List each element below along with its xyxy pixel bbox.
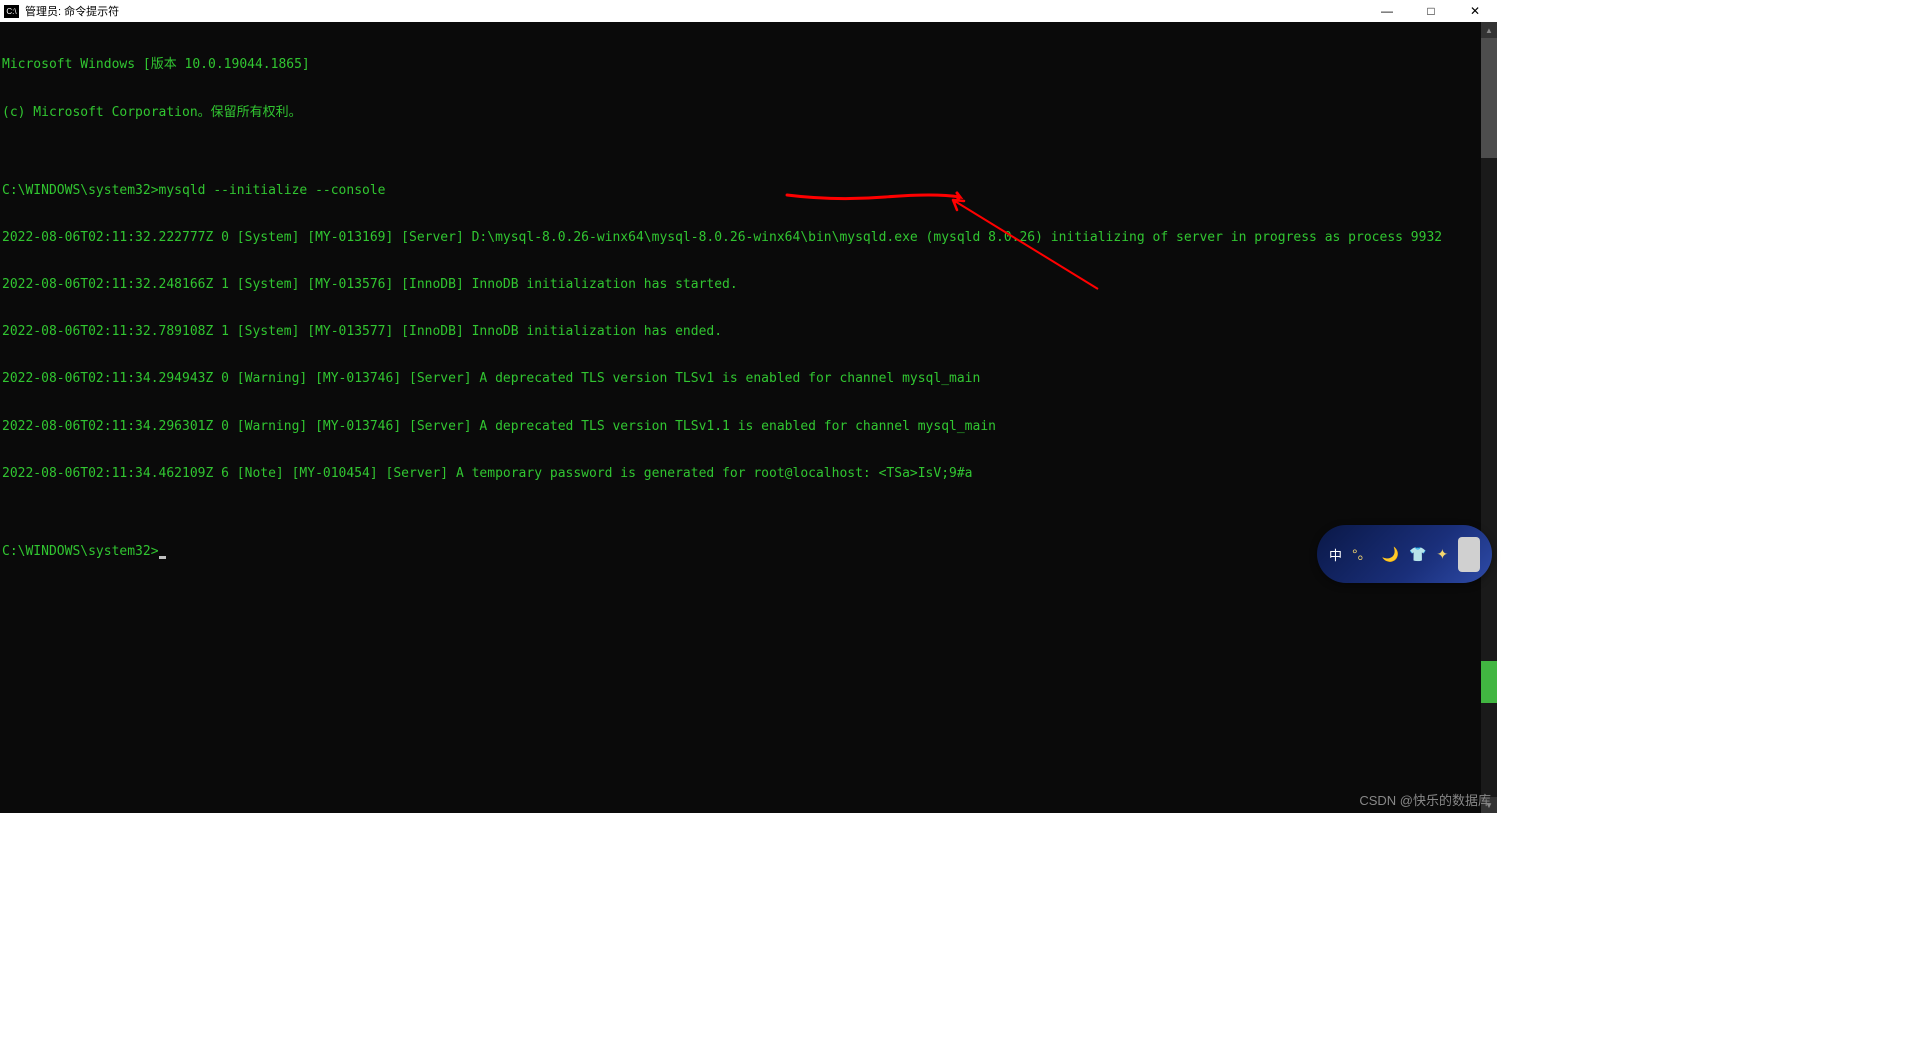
term-prompt-line: C:\WINDOWS\system32> bbox=[2, 544, 1479, 560]
ime-shirt-icon[interactable]: 👕 bbox=[1409, 546, 1426, 563]
window-titlebar: C:\ 管理员: 命令提示符 — □ ✕ bbox=[0, 0, 1497, 22]
window-controls: — □ ✕ bbox=[1365, 0, 1497, 22]
term-prompt: C:\WINDOWS\system32> bbox=[2, 544, 159, 559]
scroll-thumb-accent[interactable] bbox=[1481, 661, 1497, 703]
maximize-button[interactable]: □ bbox=[1409, 0, 1453, 22]
minimize-button[interactable]: — bbox=[1365, 0, 1409, 22]
ime-star-icon[interactable]: ✦ bbox=[1437, 546, 1449, 563]
ime-moon-icon[interactable]: 🌙 bbox=[1382, 546, 1399, 563]
scroll-thumb[interactable] bbox=[1481, 38, 1497, 158]
vertical-scrollbar[interactable]: ▲ ▼ bbox=[1481, 22, 1497, 813]
term-line: (c) Microsoft Corporation。保留所有权利。 bbox=[2, 105, 1479, 121]
close-button[interactable]: ✕ bbox=[1453, 0, 1497, 22]
term-line: 2022-08-06T02:11:32.222777Z 0 [System] [… bbox=[2, 230, 1479, 246]
window-icon: C:\ bbox=[4, 5, 19, 18]
watermark-text: CSDN @快乐的数据库 bbox=[1359, 790, 1491, 809]
cursor bbox=[159, 556, 166, 559]
scroll-up-arrow[interactable]: ▲ bbox=[1481, 22, 1497, 38]
term-line: 2022-08-06T02:11:34.294943Z 0 [Warning] … bbox=[2, 371, 1479, 387]
term-line: 2022-08-06T02:11:34.462109Z 6 [Note] [MY… bbox=[2, 466, 1479, 482]
terminal-area: Microsoft Windows [版本 10.0.19044.1865] (… bbox=[0, 22, 1497, 813]
term-line: Microsoft Windows [版本 10.0.19044.1865] bbox=[2, 57, 1479, 73]
ime-floating-toolbar[interactable]: 中 °。 🌙 👕 ✦ bbox=[1317, 525, 1492, 583]
window-title: 管理员: 命令提示符 bbox=[25, 3, 119, 19]
terminal-content[interactable]: Microsoft Windows [版本 10.0.19044.1865] (… bbox=[0, 22, 1481, 813]
term-line: 2022-08-06T02:11:34.296301Z 0 [Warning] … bbox=[2, 419, 1479, 435]
term-line: 2022-08-06T02:11:32.248166Z 1 [System] [… bbox=[2, 277, 1479, 293]
ime-mode[interactable]: 中 bbox=[1329, 545, 1342, 564]
ime-punct-icon[interactable]: °。 bbox=[1352, 544, 1372, 564]
term-line: 2022-08-06T02:11:32.789108Z 1 [System] [… bbox=[2, 324, 1479, 340]
ime-mascot-icon[interactable] bbox=[1458, 537, 1480, 572]
term-line: C:\WINDOWS\system32>mysqld --initialize … bbox=[2, 183, 1479, 199]
